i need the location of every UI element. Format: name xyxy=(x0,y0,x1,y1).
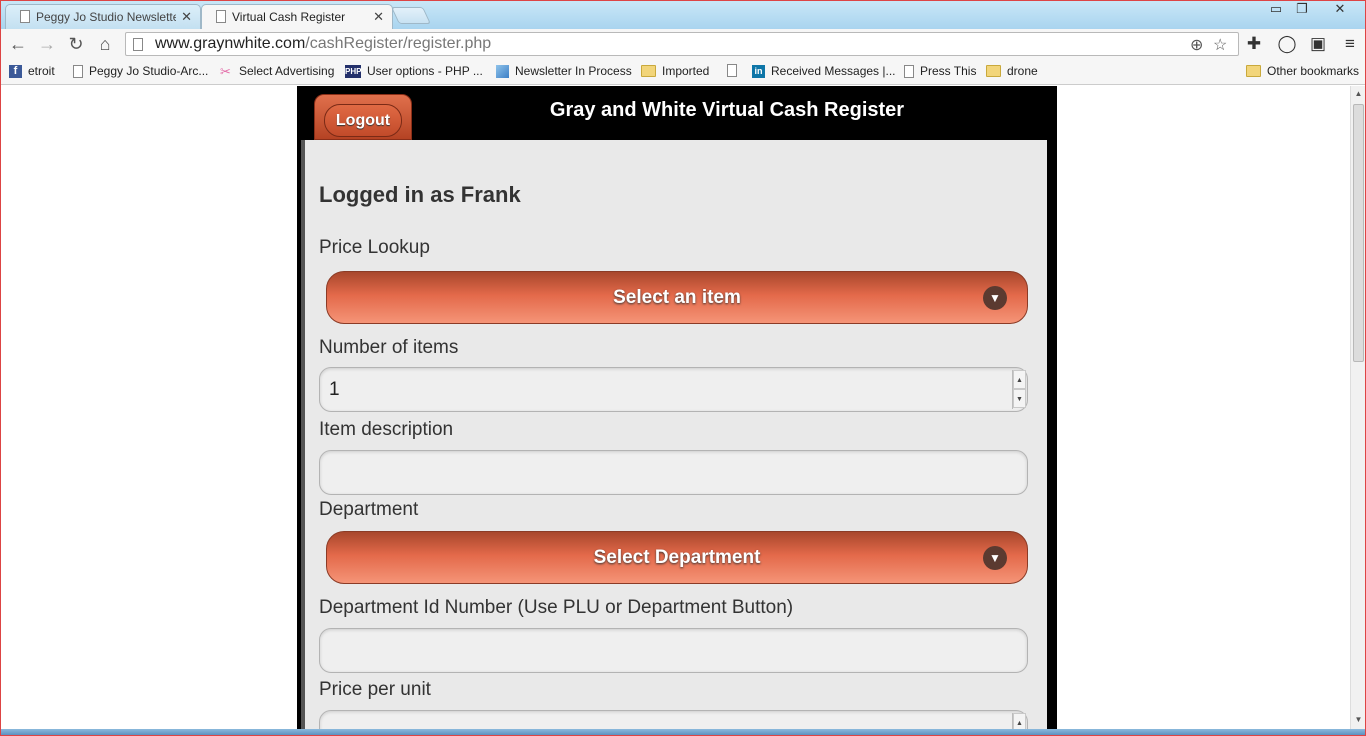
minimize-icon[interactable]: ▭ xyxy=(1263,1,1289,19)
bookmark-label: Other bookmarks xyxy=(1267,64,1360,78)
restore-icon[interactable]: ❐ xyxy=(1289,1,1315,19)
extension-circle-icon[interactable]: ◯ xyxy=(1276,33,1298,55)
bookmarks-bar: f etroit Peggy Jo Studio-Arc... ✂ Select A… xyxy=(1,59,1365,85)
os-taskbar xyxy=(1,729,1365,735)
linkedin-icon: in xyxy=(752,64,765,78)
wave-icon xyxy=(496,64,509,78)
bookmark-label: Peggy Jo Studio-Arc... xyxy=(89,64,209,78)
bookmark-drone[interactable]: drone xyxy=(986,64,1038,78)
select-item-dropdown[interactable]: Select an item ▼ xyxy=(326,271,1028,324)
stepper-up-icon[interactable]: ▲ xyxy=(1013,370,1026,389)
bookmark-label: drone xyxy=(1007,64,1038,78)
select-department-text: Select Department xyxy=(593,547,761,568)
page-icon xyxy=(727,64,737,77)
bookmark-received-messages[interactable]: in Received Messages |... xyxy=(752,64,896,78)
number-of-items-value: 1 xyxy=(329,379,340,400)
bookmark-etroit[interactable]: f etroit xyxy=(9,64,55,78)
department-id-input[interactable] xyxy=(319,628,1028,673)
close-icon[interactable]: ✕ xyxy=(373,9,384,25)
page-icon xyxy=(904,64,914,78)
bookmark-label: Imported xyxy=(662,64,710,78)
tab-title: Virtual Cash Register xyxy=(232,10,346,24)
department-label: Department xyxy=(319,499,419,520)
url-text: www.graynwhite.com/cashRegister/register… xyxy=(155,35,491,53)
page-scrollbar[interactable]: ▲ ▼ xyxy=(1350,86,1365,729)
tab-peggy-jo[interactable]: Peggy Jo Studio Newslette ✕ xyxy=(5,4,201,29)
back-icon[interactable]: ← xyxy=(6,33,30,55)
close-icon[interactable]: ✕ xyxy=(181,9,192,25)
bookmark-label: Press This xyxy=(920,64,977,78)
bookmark-untitled[interactable] xyxy=(727,64,743,77)
url-host: www.graynwhite.com xyxy=(155,35,306,52)
scroll-down-icon[interactable]: ▼ xyxy=(1351,712,1365,728)
price-per-unit-label: Price per unit xyxy=(319,679,431,700)
bookmark-imported[interactable]: Imported xyxy=(641,64,709,78)
logout-button-frame: Logout xyxy=(314,94,412,140)
number-of-items-label: Number of items xyxy=(319,337,459,358)
zoom-icon[interactable]: ⊕ xyxy=(1190,35,1203,55)
stepper-down-icon[interactable]: ▼ xyxy=(1013,389,1026,408)
item-description-input[interactable] xyxy=(319,450,1028,495)
reload-icon[interactable]: ↻ xyxy=(64,33,88,55)
bookmark-label: etroit xyxy=(28,64,55,78)
browser-window: Peggy Jo Studio Newslette ✕ Virtual Cash… xyxy=(0,0,1366,736)
chevron-down-icon: ▼ xyxy=(983,546,1007,570)
bookmark-newsletter-in-process[interactable]: Newsletter In Process xyxy=(496,64,632,78)
logged-in-heading: Logged in as Frank xyxy=(319,182,521,207)
extension-reader-icon[interactable]: ▣ xyxy=(1307,33,1329,55)
chevron-down-icon: ▼ xyxy=(983,286,1007,310)
ribbon-icon: ✂ xyxy=(220,63,231,79)
quantity-stepper[interactable]: ▲ ▼ xyxy=(1012,370,1026,409)
item-description-label: Item description xyxy=(319,419,454,440)
bookmark-other-bookmarks[interactable]: Other bookmarks xyxy=(1246,64,1359,78)
page-icon xyxy=(20,10,30,23)
tab-virtual-cash-register[interactable]: Virtual Cash Register ✕ xyxy=(201,4,393,29)
bookmark-label: Newsletter In Process xyxy=(515,64,632,78)
bookmark-label: Select Advertising xyxy=(239,64,335,78)
bookmark-user-options-php[interactable]: PHP User options - PHP ... xyxy=(345,64,483,78)
tab-strip: Peggy Jo Studio Newslette ✕ Virtual Cash… xyxy=(1,1,1365,29)
select-department-dropdown[interactable]: Select Department ▼ xyxy=(326,531,1028,584)
forward-icon[interactable]: → xyxy=(35,33,59,55)
department-id-label: Department Id Number (Use PLU or Departm… xyxy=(319,597,794,618)
bookmark-select-advertising[interactable]: ✂ Select Advertising xyxy=(220,64,334,78)
page-icon xyxy=(133,37,143,51)
new-tab-button[interactable] xyxy=(391,7,431,24)
cash-register-app: Gray and White Virtual Cash Register Log… xyxy=(297,86,1057,729)
url-path: /cashRegister/register.php xyxy=(305,35,492,52)
folder-icon xyxy=(641,65,656,77)
address-bar[interactable]: www.graynwhite.com/cashRegister/register… xyxy=(125,32,1239,56)
window-close-icon[interactable]: ✕ xyxy=(1327,1,1353,19)
page-icon xyxy=(216,10,226,23)
page-icon xyxy=(73,64,83,78)
select-item-text: Select an item xyxy=(613,287,741,308)
bookmark-label: Received Messages |... xyxy=(771,64,896,78)
number-of-items-input[interactable]: 1 ▲ ▼ xyxy=(319,367,1028,412)
bookmark-press-this[interactable]: Press This xyxy=(904,64,976,78)
folder-icon xyxy=(1246,65,1261,77)
price-stepper[interactable]: ▲ ▼ xyxy=(1012,713,1026,729)
stepper-up-icon[interactable]: ▲ xyxy=(1013,713,1026,729)
tab-title: Peggy Jo Studio Newslette xyxy=(36,10,176,24)
folder-icon xyxy=(986,65,1001,77)
bookmark-star-icon[interactable]: ☆ xyxy=(1213,35,1227,55)
home-icon[interactable]: ⌂ xyxy=(93,33,117,55)
bookmark-label: User options - PHP ... xyxy=(367,64,483,78)
scroll-up-icon[interactable]: ▲ xyxy=(1351,86,1365,102)
logout-button[interactable]: Logout xyxy=(324,104,402,137)
bookmark-peggy-jo-archive[interactable]: Peggy Jo Studio-Arc... xyxy=(73,64,208,78)
scroll-thumb[interactable] xyxy=(1353,104,1364,362)
facebook-icon: f xyxy=(9,64,22,78)
menu-icon[interactable]: ≡ xyxy=(1339,33,1361,55)
price-lookup-label: Price Lookup xyxy=(319,237,430,258)
register-form-panel: Logged in as Frank Price Lookup Select a… xyxy=(301,140,1047,729)
price-per-unit-input[interactable]: ▲ ▼ xyxy=(319,710,1028,729)
php-icon: PHP xyxy=(345,64,362,78)
browser-toolbar: ← → ↻ ⌂ www.graynwhite.com/cashRegister/… xyxy=(1,29,1365,59)
page-viewport: Gray and White Virtual Cash Register Log… xyxy=(1,86,1365,729)
extension-puzzle-icon[interactable]: ✚ xyxy=(1243,33,1265,55)
